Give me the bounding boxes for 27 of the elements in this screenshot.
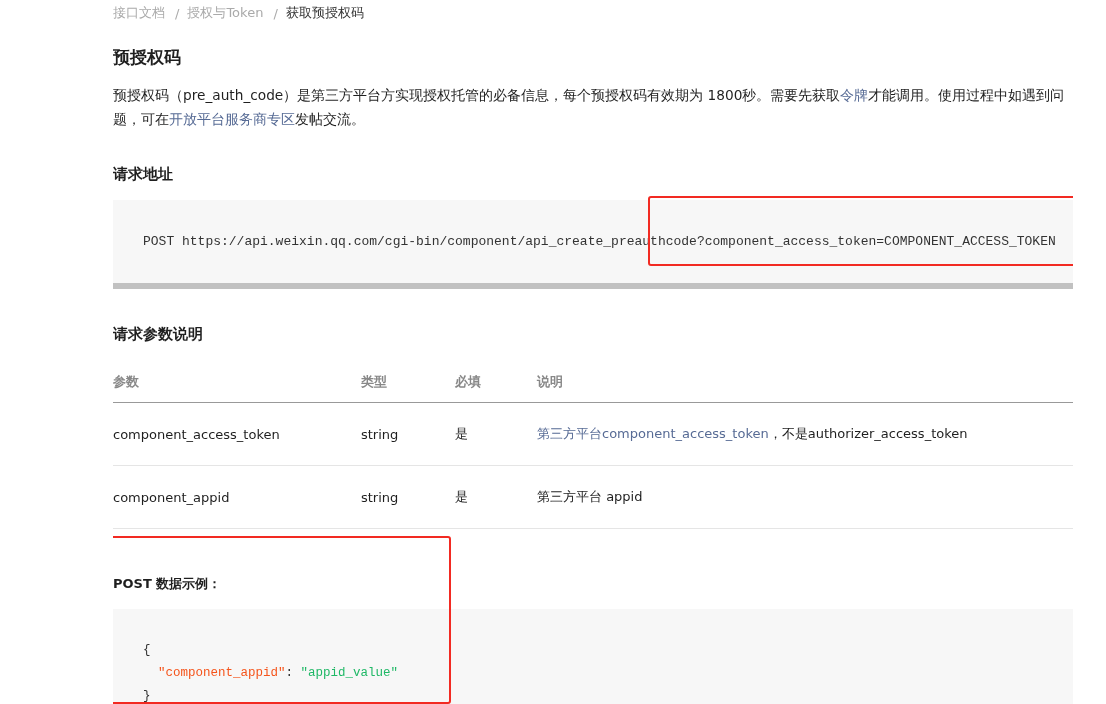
column-header: 说明 — [537, 374, 563, 389]
breadcrumb-separator: / — [175, 5, 180, 21]
text-link[interactable]: 第三方平台component_access_token — [537, 426, 769, 441]
table-cell: string — [361, 426, 399, 442]
table-cell: 是 — [455, 489, 468, 504]
table-cell: 是 — [455, 426, 468, 441]
code-line: } — [143, 688, 152, 704]
breadcrumb-separator: / — [273, 5, 278, 21]
section-heading: 请求参数说明 — [113, 325, 204, 344]
scrollbar[interactable] — [113, 283, 1073, 289]
table-cell: component_access_token — [113, 426, 280, 442]
table-cell: component_appid — [113, 489, 230, 505]
intro-paragraph: 预授权码（pre_auth_code）是第三方平台方实现授权托管的必备信息，每个预授权码有效期为 1800秒。需要先获取令牌才能调用。使用过程中如遇到问题，可在开放平台服务商专区发帖交流。 — [113, 86, 1066, 129]
page-title: 预授权码 — [113, 46, 182, 69]
section-heading: 请求地址 — [113, 165, 174, 184]
code-line: { — [143, 642, 152, 659]
table-cell: 第三方平台 appid — [537, 489, 643, 504]
breadcrumb-current: 获取预授权码 — [285, 4, 364, 22]
code-line: "component_appid": "appid_value" — [157, 665, 400, 682]
section-heading: POST 数据示例： — [113, 575, 223, 593]
column-header: 参数 — [113, 374, 139, 389]
table-cell: string — [361, 489, 399, 505]
column-header: 类型 — [361, 374, 387, 389]
column-header: 必填 — [455, 374, 481, 389]
text-link[interactable]: 令牌 — [840, 87, 869, 103]
table-cell: 第三方平台component_access_token，不是authorizer_access_token — [537, 426, 968, 441]
text-link[interactable]: 开放平台服务商专区 — [169, 111, 295, 127]
